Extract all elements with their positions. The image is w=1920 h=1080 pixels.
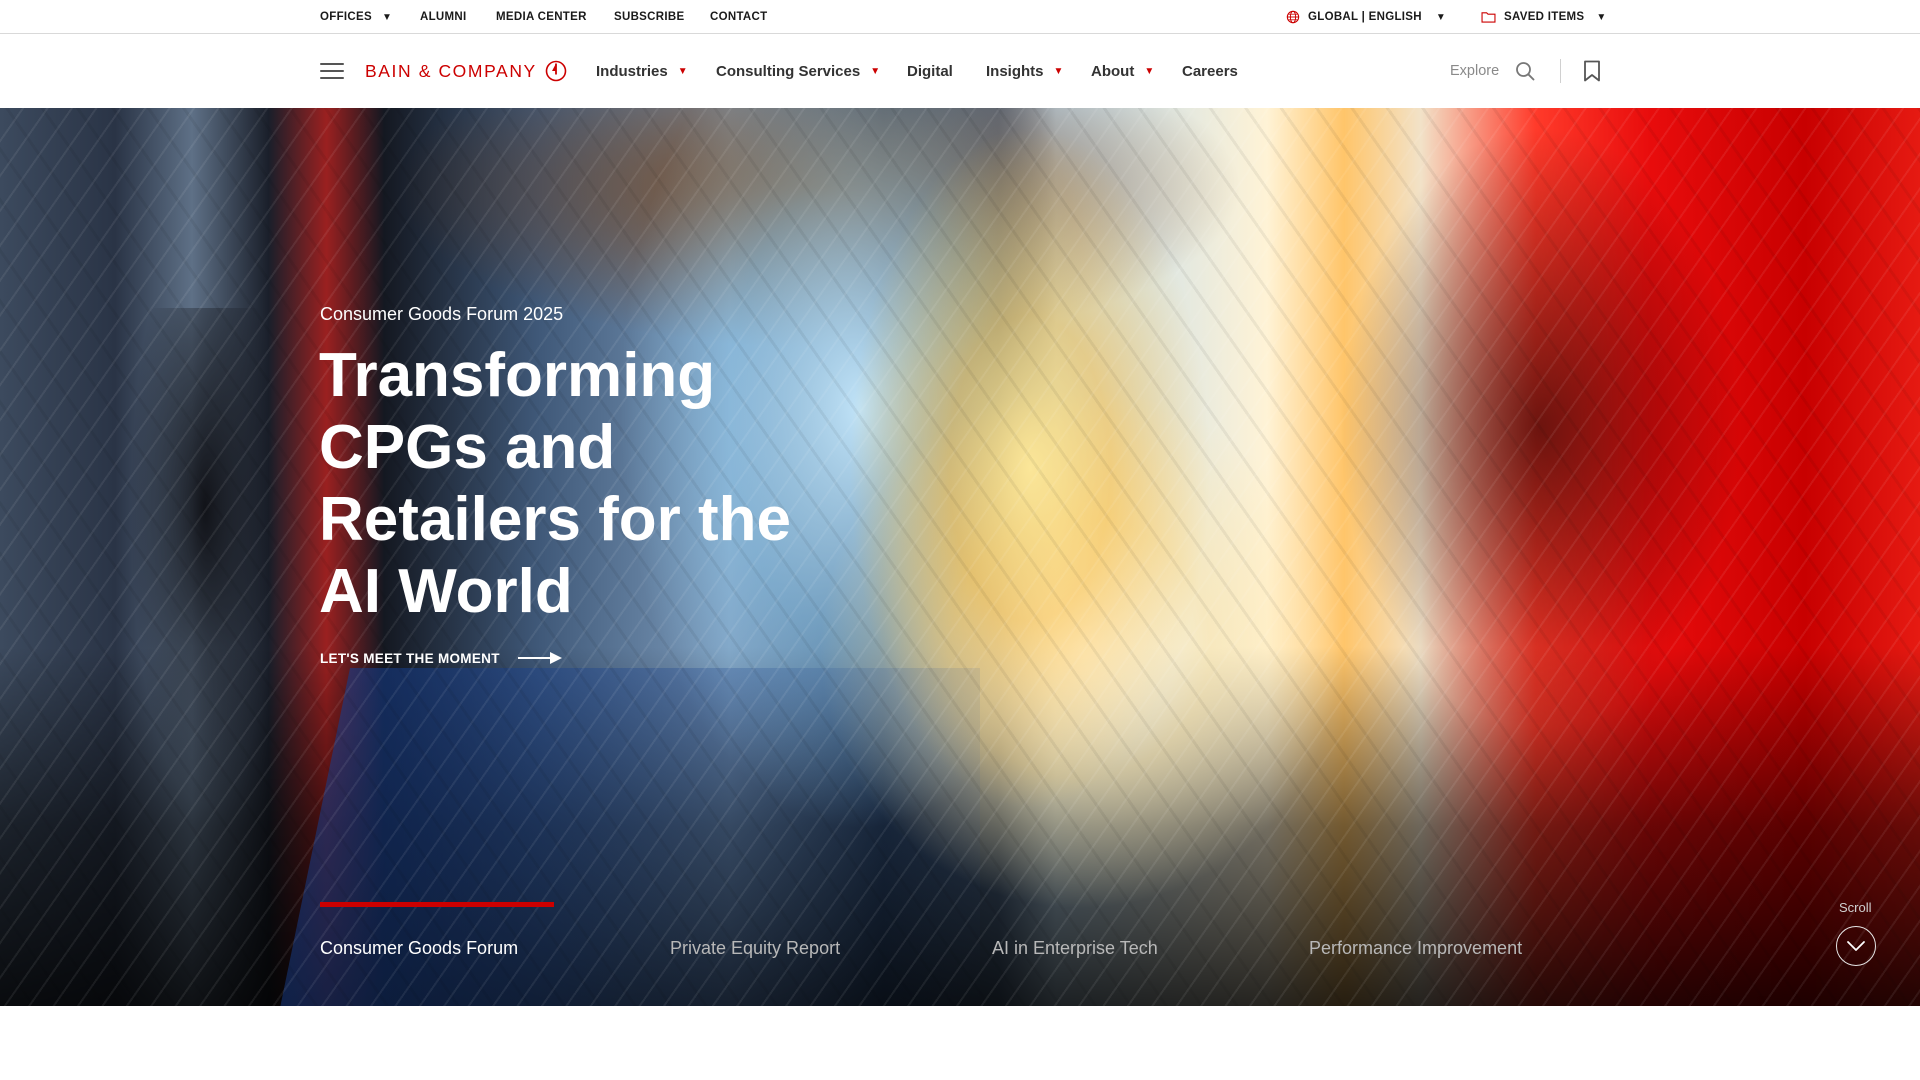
caret-down-icon: ▼ [1144, 65, 1155, 77]
contact-link[interactable]: CONTACT [710, 0, 767, 34]
logo[interactable]: BAIN & COMPANY [365, 34, 567, 108]
hero-cta-label: LET'S MEET THE MOMENT [320, 650, 500, 666]
nav-digital[interactable]: Digital [907, 34, 953, 108]
caret-down-icon: ▼ [381, 11, 393, 23]
saved-items-menu[interactable]: SAVED ITEMS ▼ [1481, 0, 1607, 34]
offices-label: OFFICES [320, 11, 372, 23]
logo-mark-icon [545, 60, 567, 82]
nav-consulting-services[interactable]: Consulting Services ▼ [716, 34, 880, 108]
scroll-down-button[interactable] [1836, 926, 1876, 966]
logo-wordmark: BAIN & COMPANY [365, 60, 537, 81]
language-selector[interactable]: GLOBAL | ENGLISH ▼ [1286, 0, 1446, 34]
alumni-label: ALUMNI [420, 11, 467, 23]
caret-down-icon: ▼ [1435, 11, 1447, 23]
contact-label: CONTACT [710, 11, 768, 23]
bookmark-icon [1584, 60, 1600, 82]
search-icon [1516, 62, 1535, 81]
hero-eyebrow: Consumer Goods Forum 2025 [320, 304, 564, 324]
nav-insights[interactable]: Insights ▼ [986, 34, 1063, 108]
subscribe-link[interactable]: SUBSCRIBE [614, 0, 684, 34]
hero-cta-link[interactable]: LET'S MEET THE MOMENT [320, 646, 562, 670]
hero-image-figure [130, 308, 280, 808]
explore-search[interactable]: Explore [1450, 34, 1535, 108]
nav-industries[interactable]: Industries ▼ [596, 34, 688, 108]
active-tab-indicator [320, 902, 554, 907]
nav-industries-label: Industries [596, 62, 668, 80]
explore-label: Explore [1450, 63, 1500, 79]
hero-banner: Consumer Goods Forum 2025 Transforming C… [0, 108, 1920, 1006]
hero-tab-ai-in-enterprise-tech[interactable]: AI in Enterprise Tech [992, 938, 1158, 968]
nav-digital-label: Digital [907, 62, 953, 80]
offices-menu[interactable]: OFFICES ▼ [320, 0, 392, 34]
scroll-label: Scroll [1839, 900, 1872, 915]
subscribe-label: SUBSCRIBE [614, 11, 685, 23]
caret-down-icon: ▼ [870, 65, 881, 77]
alumni-link[interactable]: ALUMNI [420, 0, 467, 34]
menu-button[interactable] [320, 34, 344, 108]
hero-tab-performance-improvement[interactable]: Performance Improvement [1309, 938, 1522, 968]
utility-bar: OFFICES ▼ ALUMNI MEDIA CENTER SUBSCRIBE … [0, 0, 1920, 34]
nav-insights-label: Insights [986, 62, 1044, 80]
caret-down-icon: ▼ [1596, 11, 1607, 23]
nav-about[interactable]: About ▼ [1091, 34, 1154, 108]
nav-careers-label: Careers [1182, 62, 1238, 80]
main-navigation: BAIN & COMPANY Industries ▼ Consulting S… [0, 34, 1920, 108]
hero-tab-consumer-goods-forum[interactable]: Consumer Goods Forum [320, 938, 518, 968]
nav-careers[interactable]: Careers [1182, 34, 1238, 108]
nav-about-label: About [1091, 62, 1135, 80]
menu-icon [320, 63, 344, 79]
chevron-down-icon [1847, 941, 1865, 951]
media-center-link[interactable]: MEDIA CENTER [496, 0, 587, 34]
caret-down-icon: ▼ [1053, 65, 1064, 77]
language-label: GLOBAL | ENGLISH [1308, 11, 1422, 23]
caret-down-icon: ▼ [677, 65, 688, 77]
bookmark-button[interactable] [1583, 34, 1601, 108]
folder-icon [1481, 12, 1496, 23]
hero-title: Transforming CPGs and Retailers for the … [319, 341, 792, 626]
hero-tab-private-equity-report[interactable]: Private Equity Report [670, 938, 840, 968]
nav-consulting-services-label: Consulting Services [716, 62, 861, 80]
saved-items-label: SAVED ITEMS [1504, 11, 1585, 23]
nav-divider [1560, 59, 1561, 83]
media-center-label: MEDIA CENTER [496, 11, 587, 23]
globe-icon [1286, 10, 1300, 24]
arrow-right-icon [517, 652, 562, 664]
